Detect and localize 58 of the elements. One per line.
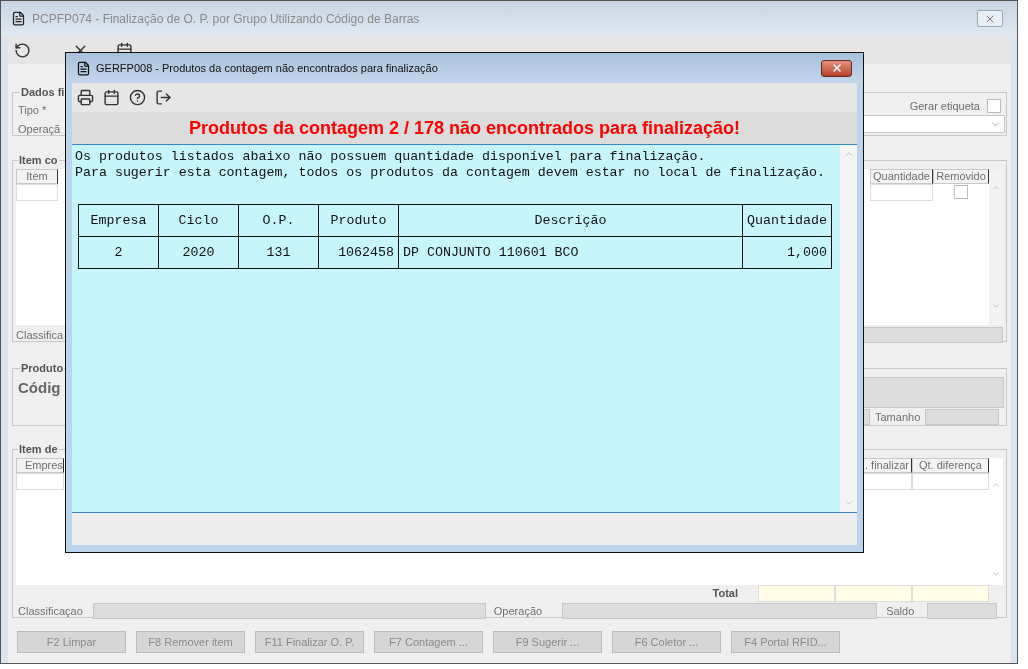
column-header[interactable]: Item [16,168,58,184]
close-icon [830,62,843,74]
text-field[interactable] [92,603,486,619]
field-label: Saldo [886,603,915,619]
column-header[interactable]: Removido [933,168,989,184]
table-cell: 131 [238,236,319,269]
text-field[interactable] [927,603,998,619]
total-label: Total [712,585,738,601]
column-header[interactable]: Quantidade [870,168,933,184]
field-label: Tipo * [18,102,48,118]
table-cell: 2 [78,236,159,269]
dialog-title: GERFP008 - Produtos da contagem não encontrados para finalização [96,60,438,76]
table-cell: 2020 [158,236,239,269]
checkbox-label: Gerar etiqueta [909,98,980,114]
column-header: Produto [318,204,399,237]
table-cell: DP CONJUNTO 110601 BCO [398,236,743,269]
calendar-icon[interactable] [103,89,120,106]
text-field[interactable] [562,603,878,619]
table-cell: 1062458 [318,236,399,269]
help-icon[interactable] [129,89,146,106]
message-text: Para sugerir esta contagem, todos os produtos da contagem devem estar no local de finalização. [75,165,827,181]
table-cell [870,183,933,201]
window-title: PCPFP074 - Finalização de O. P. por Grupo Utilizando Código de Barras [32,10,420,28]
group-title: Item co [18,153,59,168]
field-label: Classificaçao [18,603,83,619]
column-header: Ciclo [158,204,239,237]
print-icon[interactable] [77,89,94,106]
table-cell: 1,000 [742,236,832,269]
table-cell [16,183,58,201]
field-label: Tamanho [875,409,921,425]
group-title: Item de [18,442,59,457]
scroll-down-icon[interactable] [843,498,854,508]
group-title: Produto [20,361,65,376]
field-label: Operaçã [18,122,61,137]
document-icon [11,11,26,26]
dialog-heading: Produtos da contagem 2 / 178 não encontrados para finalização! [188,116,741,140]
column-header[interactable]: Empres [16,457,64,473]
column-header: O.P. [238,204,319,237]
close-button[interactable] [821,59,852,77]
field-label: Operação [493,603,543,619]
checkbox[interactable] [987,98,1001,113]
scrollbar[interactable] [989,168,1003,325]
table-cell [16,472,64,490]
code-label: Códig [18,377,61,398]
scroll-up-icon[interactable] [843,149,854,159]
column-header[interactable]: Qt. diferença [912,457,989,473]
column-header: Quantidade [742,204,832,237]
message-text: Os produtos listados abaixo não possuem quantidade disponível para finalização. [75,149,707,165]
refresh-icon[interactable] [14,41,31,59]
document-icon [76,60,91,76]
checkbox[interactable] [954,184,968,199]
column-header: Empresa [78,204,159,237]
field-label: Classifica [16,327,64,343]
group-title: Dados fi [20,85,66,100]
exit-icon[interactable] [155,89,172,106]
text-field[interactable] [925,408,1000,425]
column-header: Descrição [398,204,743,237]
scrollbar[interactable] [840,145,857,512]
